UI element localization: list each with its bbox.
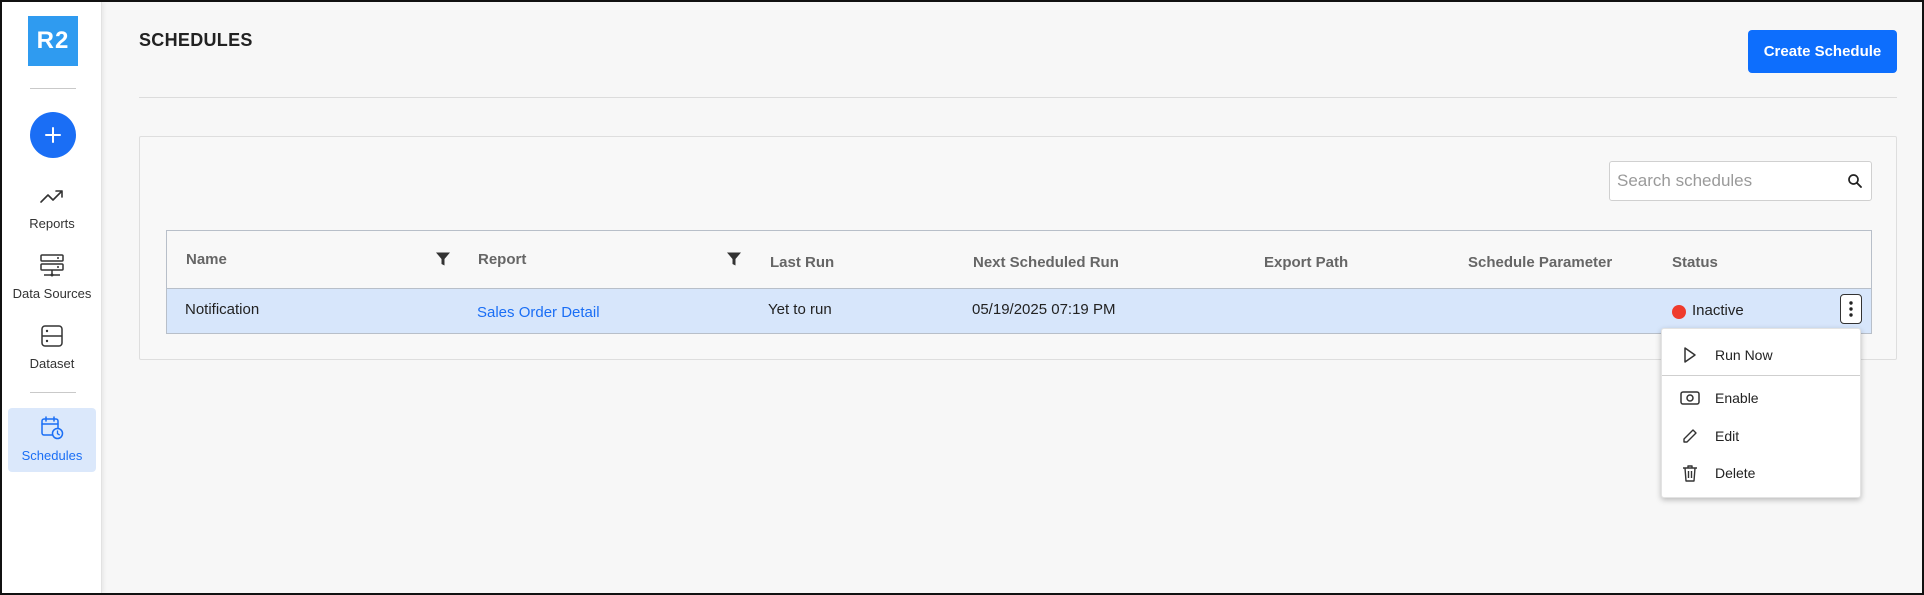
menu-item-label: Delete xyxy=(1715,465,1756,481)
search-input[interactable] xyxy=(1610,162,1835,200)
menu-item-edit[interactable]: Edit xyxy=(1662,418,1860,454)
menu-item-label: Run Now xyxy=(1715,347,1773,363)
column-header-report[interactable]: Report xyxy=(478,251,526,268)
sidebar-item-reports[interactable]: Reports xyxy=(8,176,96,240)
plus-icon xyxy=(45,127,61,143)
calendar-clock-icon xyxy=(38,414,66,442)
search-icon[interactable] xyxy=(1847,173,1863,189)
column-header-next-run[interactable]: Next Scheduled Run xyxy=(973,254,1119,271)
sidebar: R2 Reports Data Sources Dataset Schedule… xyxy=(2,2,102,593)
app-logo[interactable]: R2 xyxy=(28,16,78,66)
search-box xyxy=(1609,161,1872,201)
cell-name: Notification xyxy=(185,301,260,318)
filter-icon[interactable] xyxy=(435,251,451,267)
status-indicator-dot xyxy=(1672,305,1686,319)
status-badge: Inactive xyxy=(1692,302,1744,319)
header-divider xyxy=(139,97,1897,98)
add-button[interactable] xyxy=(30,112,76,158)
filter-icon[interactable] xyxy=(726,251,742,267)
cell-next-run: 05/19/2025 07:19 PM xyxy=(972,301,1116,318)
pencil-icon xyxy=(1680,426,1700,446)
create-schedule-button[interactable]: Create Schedule xyxy=(1748,30,1897,73)
sidebar-divider xyxy=(30,88,76,89)
menu-item-enable[interactable]: Enable xyxy=(1662,380,1860,416)
menu-item-run-now[interactable]: Run Now xyxy=(1662,337,1860,373)
sidebar-item-label: Data Sources xyxy=(12,286,92,301)
cell-last-run: Yet to run xyxy=(768,301,832,318)
page-title: SCHEDULES xyxy=(139,30,253,50)
column-header-name[interactable]: Name xyxy=(186,251,227,268)
column-header-status[interactable]: Status xyxy=(1672,254,1718,271)
sidebar-item-schedules[interactable]: Schedules xyxy=(8,408,96,472)
table-row[interactable]: Notification Sales Order Detail Yet to r… xyxy=(167,289,1871,333)
column-header-schedule-parameter[interactable]: Schedule Parameter xyxy=(1468,254,1612,271)
trending-up-icon xyxy=(38,182,66,210)
sidebar-item-label: Dataset xyxy=(29,356,75,371)
sidebar-item-dataset[interactable]: Dataset xyxy=(8,316,96,380)
trash-icon xyxy=(1680,463,1700,483)
column-header-last-run[interactable]: Last Run xyxy=(770,254,834,271)
sidebar-divider xyxy=(30,392,76,393)
menu-item-label: Edit xyxy=(1715,428,1740,444)
menu-divider xyxy=(1662,375,1860,376)
row-actions-menu: Run Now Enable Edit Delete xyxy=(1661,328,1861,498)
dataset-icon xyxy=(38,322,66,350)
sidebar-item-data-sources[interactable]: Data Sources xyxy=(8,246,96,310)
play-icon xyxy=(1680,345,1700,365)
row-actions-button[interactable] xyxy=(1840,294,1862,324)
menu-item-label: Enable xyxy=(1715,390,1759,406)
schedules-table: Name Report Last Run Next Scheduled Run … xyxy=(166,230,1872,334)
sidebar-item-label: Reports xyxy=(29,216,75,231)
more-vertical-icon xyxy=(1849,301,1853,317)
enable-icon xyxy=(1680,388,1700,408)
sidebar-item-label: Schedules xyxy=(21,448,83,463)
server-icon xyxy=(38,252,66,280)
menu-item-delete[interactable]: Delete xyxy=(1662,455,1860,491)
cell-report-link[interactable]: Sales Order Detail xyxy=(477,304,600,321)
column-header-export-path[interactable]: Export Path xyxy=(1264,254,1348,271)
table-header: Name Report Last Run Next Scheduled Run … xyxy=(167,231,1871,289)
